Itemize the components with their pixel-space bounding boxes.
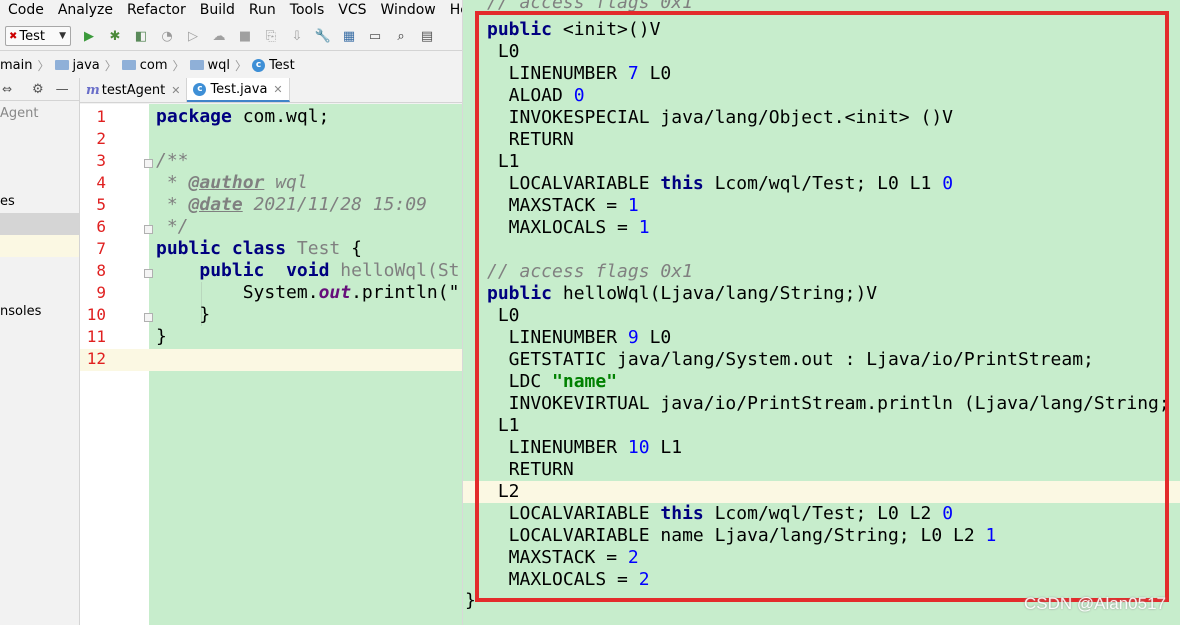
debug-icon[interactable]: ✱ (107, 28, 123, 44)
line-number: 11 (86, 327, 106, 346)
project-tree-row[interactable] (0, 235, 79, 257)
menu-code[interactable]: Code (8, 2, 44, 18)
run-config-label: Test (19, 28, 45, 44)
tab-test-java[interactable]: c Test.java ✕ (187, 78, 290, 102)
project-tree-item[interactable]: Agent (0, 106, 38, 121)
breadcrumb-main[interactable]: main (0, 58, 32, 73)
project-panel: ⇔ ⚙ — Agent es nsoles (0, 78, 80, 625)
terminal-icon[interactable]: ▭ (367, 28, 383, 44)
coverage-icon[interactable]: ◧ (133, 28, 149, 44)
fold-marker-icon[interactable] (144, 313, 153, 322)
project-tree-item[interactable]: es (0, 194, 15, 209)
line-number: 10 (86, 305, 106, 324)
line-number: 7 (96, 239, 106, 258)
menu-help[interactable]: Help (450, 2, 463, 18)
watermark: CSDN @Alan0517 (1024, 594, 1166, 613)
breadcrumb-test[interactable]: c Test (252, 58, 295, 73)
menu-tools[interactable]: Tools (290, 2, 325, 18)
more-icon[interactable]: ▤ (419, 28, 435, 44)
caret-row-highlight (80, 349, 463, 371)
line-number: 8 (96, 261, 106, 280)
chevron-right-icon: 〉 (37, 58, 50, 73)
run-config-selector[interactable]: ✖ Test ▼ (5, 26, 71, 46)
close-icon[interactable]: ✕ (171, 84, 180, 97)
menu-window[interactable]: Window (381, 2, 436, 18)
fold-marker-icon[interactable] (144, 225, 153, 234)
build-icon[interactable]: ⎘ (263, 28, 279, 44)
line-number: 2 (96, 129, 106, 148)
folder-icon (189, 60, 204, 70)
search-icon[interactable]: ⌕ (393, 28, 409, 44)
line-number: 6 (96, 217, 106, 236)
editor-tabs: m testAgent ✕ c Test.java ✕ (80, 78, 463, 103)
folder-icon (121, 60, 136, 70)
bytecode-viewer[interactable]: // access flags 0x1 public <init>()V L0 … (463, 0, 1180, 625)
menu-build[interactable]: Build (200, 2, 235, 18)
project-panel-header: ⇔ ⚙ — (0, 78, 79, 101)
wrench-icon[interactable]: 🔧 (315, 28, 331, 44)
chevron-right-icon: 〉 (235, 58, 248, 73)
profile-icon[interactable]: ◔ (159, 28, 175, 44)
line-number: 1 (96, 107, 106, 126)
tab-label: Test.java (210, 81, 268, 97)
chevron-right-icon: 〉 (172, 58, 185, 73)
class-icon: c (193, 82, 207, 96)
breadcrumb-com[interactable]: com (121, 58, 168, 73)
breadcrumb-wql[interactable]: wql (189, 58, 230, 73)
project-tree-selected-row[interactable] (0, 213, 79, 235)
module-icon: m (86, 82, 100, 98)
code-line-9: System.out.println(" (242, 282, 460, 303)
code-line-3: /** (156, 150, 189, 171)
line-number: 5 (96, 195, 106, 214)
code-line-5: * @date 2021/11/28 15:09 (156, 194, 427, 215)
menu-bar: Code Analyze Refactor Build Run Tools VC… (0, 0, 463, 20)
folder-icon (54, 60, 69, 70)
run-target-icon[interactable]: ▷ (185, 28, 201, 44)
code-editor[interactable]: 1 2 3 4 5 6 7 8 9 10 11 12 package com.w… (80, 104, 463, 625)
code-line-11: } (156, 326, 167, 347)
menu-refactor[interactable]: Refactor (127, 2, 186, 18)
ide-window: Code Analyze Refactor Build Run Tools VC… (0, 0, 463, 625)
code-line-8: public void helloWql(St (199, 260, 460, 281)
main-toolbar: ✖ Test ▼ ▶ ✱ ◧ ◔ ▷ ☁ ■ ⎘ ⇩ 🔧 ▦ ▭ ⌕ ▤ (0, 22, 463, 51)
close-icon[interactable]: ✕ (273, 83, 282, 96)
attach-icon[interactable]: ☁ (211, 28, 227, 44)
fold-marker-icon[interactable] (144, 159, 153, 168)
update-icon[interactable]: ⇩ (289, 28, 305, 44)
menu-run[interactable]: Run (249, 2, 276, 18)
menu-vcs[interactable]: VCS (338, 2, 366, 18)
breadcrumb-java[interactable]: java (54, 58, 100, 73)
project-tree-item[interactable]: nsoles (0, 304, 41, 319)
code-line-6: */ (156, 216, 189, 237)
stop-icon[interactable]: ■ (237, 28, 253, 44)
collapse-icon[interactable]: ⇔ (2, 82, 16, 96)
gear-icon[interactable]: ⚙ (32, 82, 44, 97)
code-line-7: public class Test { (156, 238, 362, 259)
tab-testagent[interactable]: m testAgent ✕ (80, 78, 188, 102)
line-number: 9 (96, 283, 106, 302)
fold-marker-icon[interactable] (144, 269, 153, 278)
code-line-4: * @author wql (156, 172, 308, 193)
breadcrumb: main 〉 java 〉 com 〉 wql 〉 c Test (0, 54, 463, 76)
chevron-right-icon: 〉 (104, 58, 117, 73)
code-line-1: package com.wql; (156, 106, 330, 127)
error-mark-icon: ✖ (9, 30, 18, 42)
minimize-icon[interactable]: — (56, 82, 69, 97)
chevron-down-icon: ▼ (59, 31, 66, 41)
project-structure-icon[interactable]: ▦ (341, 28, 357, 44)
highlight-frame (475, 11, 1169, 602)
code-line-10: } (156, 304, 211, 325)
menu-analyze[interactable]: Analyze (58, 2, 113, 18)
line-number: 4 (96, 173, 106, 192)
line-number: 12 (86, 349, 106, 368)
line-number: 3 (96, 151, 106, 170)
tab-label: testAgent (101, 82, 166, 98)
run-icon[interactable]: ▶ (81, 28, 97, 44)
class-icon: c (252, 58, 266, 72)
